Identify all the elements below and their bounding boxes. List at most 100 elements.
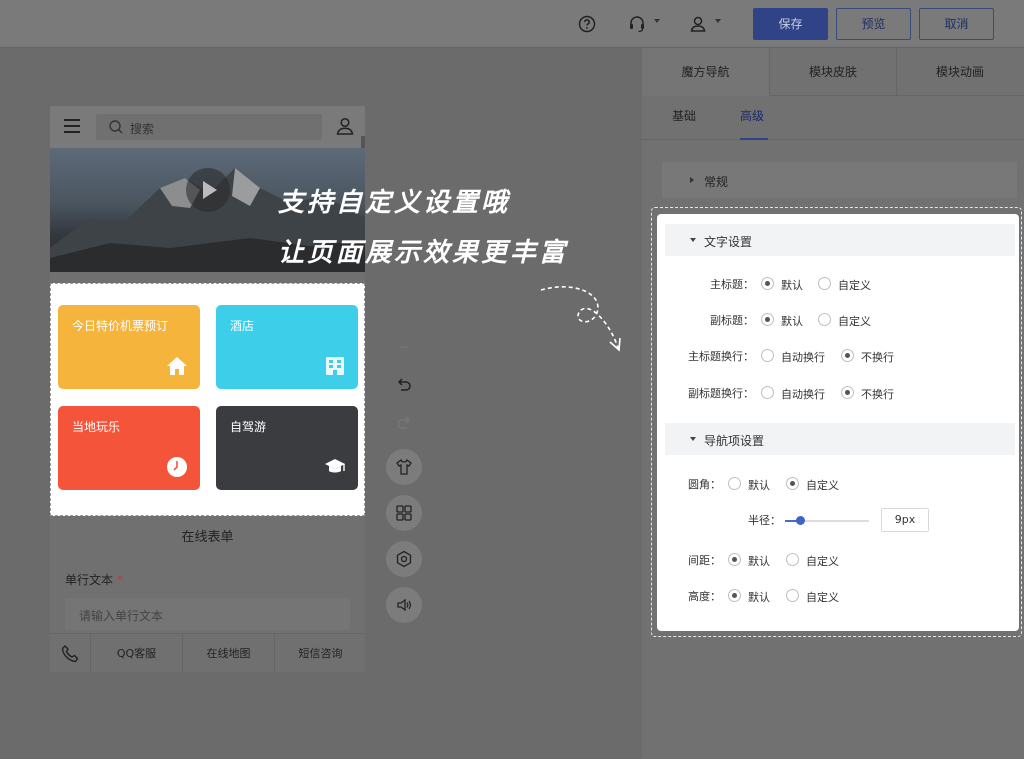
field-label: 单行文本 * [65,571,123,588]
nav-tile-road-trip[interactable]: 自驾游 [216,406,358,490]
footer-item-map[interactable]: 在线地图 [182,634,274,672]
advanced-settings-card: 文字设置 主标题： 默认 自定义 副标题： 默认 自定义 主标题换行： 自动换行… [657,214,1019,631]
tile-label: 今日特价机票预订 [72,319,169,333]
nav-settings-header[interactable]: 导航项设置 [665,423,1015,455]
play-icon[interactable] [186,168,230,212]
user-icon[interactable] [688,14,708,34]
tab-magic-nav[interactable]: 魔方导航 [642,48,769,96]
main-title-custom-radio[interactable] [818,277,831,290]
main-wrap-auto-radio[interactable] [761,349,774,362]
main-wrap-none-radio[interactable] [841,349,854,362]
sub-wrap-none-radio[interactable] [841,386,854,399]
footer-item-qq[interactable]: QQ客服 [90,634,182,672]
radio-label: 默认 [781,315,803,328]
phone-icon[interactable] [60,644,80,664]
radius-slider[interactable] [785,516,869,525]
phone-header: 搜索 [50,106,365,148]
menu-icon[interactable] [64,119,80,133]
height-default-radio[interactable] [728,589,741,602]
tile-label: 酒店 [230,319,255,333]
field-label-text: 单行文本 [65,573,114,587]
caret-right-icon [690,177,694,183]
cancel-button[interactable]: 取消 [919,8,994,40]
radio-label: 自定义 [806,591,839,604]
shirt-icon [396,458,412,475]
footer-item-sms[interactable]: 短信咨询 [274,634,365,672]
section-title: 常规 [704,175,729,189]
preview-button[interactable]: 预览 [836,8,911,40]
height-label: 高度： [688,590,721,603]
skin-tool-button[interactable] [386,449,422,485]
sound-tool-button[interactable] [386,587,422,623]
settings-tool-button[interactable] [386,541,422,577]
caret-down-icon [690,238,696,242]
radio-label: 自定义 [806,555,839,568]
main-title-wrap-label: 主标题换行： [688,350,754,363]
radio-label: 不换行 [861,388,894,401]
corner-label: 圆角： [688,478,721,491]
radio-label: 默认 [748,555,770,568]
radio-label: 自动换行 [781,351,825,364]
spacing-default-radio[interactable] [728,553,741,566]
required-mark: * [116,573,123,587]
radius-label: 半径： [748,514,781,527]
nav-tile-hotel[interactable]: 酒店 [216,305,358,389]
panel-tabs: 魔方导航 模块皮肤 模块动画 [642,48,1024,96]
chevron-down-icon[interactable] [715,19,721,23]
promo-caption-line-1: 支持自定义设置哦 [278,188,511,218]
tab-module-animation[interactable]: 模块动画 [896,48,1023,96]
search-box[interactable]: 搜索 [96,114,322,140]
minus-icon[interactable] [395,338,413,356]
radius-slider-handle[interactable] [796,516,806,525]
headset-icon[interactable] [627,14,647,34]
top-bar: 保存 预览 取消 [0,0,1024,48]
sub-wrap-auto-radio[interactable] [761,386,774,399]
form-title: 在线表单 [181,530,234,545]
panel-subtabs: 基础 高级 [642,96,1024,140]
text-settings-header[interactable]: 文字设置 [665,224,1015,256]
building-icon [326,357,344,375]
main-title-label: 主标题： [710,278,754,291]
phone-footer-bar: QQ客服 在线地图 短信咨询 [50,633,365,672]
search-placeholder: 搜索 [130,122,155,136]
general-section-header[interactable]: 常规 [662,162,1017,198]
nav-tile-flights[interactable]: 今日特价机票预订 [58,305,200,389]
sub-title-default-radio[interactable] [761,313,774,326]
radius-value-input[interactable]: 9px [881,508,929,532]
corner-default-radio[interactable] [728,477,741,490]
single-line-text-input[interactable]: 请输入单行文本 [65,598,350,630]
save-button[interactable]: 保存 [753,8,828,40]
search-icon [109,120,123,134]
height-custom-radio[interactable] [786,589,799,602]
main-title-default-radio[interactable] [761,277,774,290]
radio-label: 不换行 [861,351,894,364]
radio-label: 自定义 [806,479,839,492]
gear-icon [396,550,412,568]
chevron-down-icon[interactable] [654,19,660,23]
grid-icon [396,505,412,521]
radio-label: 默认 [748,591,770,604]
redo-icon[interactable] [395,414,413,432]
graduation-cap-icon [325,459,345,473]
spacing-custom-radio[interactable] [786,553,799,566]
caret-down-icon [690,437,696,441]
sub-title-wrap-label: 副标题换行： [688,387,754,400]
magic-nav-grid: 今日特价机票预订 酒店 当地玩乐 自驾游 [50,283,365,516]
corner-custom-radio[interactable] [786,477,799,490]
modules-tool-button[interactable] [386,495,422,531]
undo-icon[interactable] [395,376,413,394]
subtab-advanced[interactable]: 高级 [740,96,768,140]
section-title: 文字设置 [704,235,753,249]
user-icon[interactable] [335,116,355,136]
tile-label: 当地玩乐 [72,420,121,434]
section-title: 导航项设置 [704,434,765,448]
help-circle-icon[interactable] [577,14,597,34]
sub-title-custom-radio[interactable] [818,313,831,326]
radio-label: 自动换行 [781,388,825,401]
subtab-basic[interactable]: 基础 [672,96,696,140]
promo-caption-line-2: 让页面展示效果更丰富 [278,238,569,268]
dashed-arrow-icon [540,286,621,352]
nav-tile-local-fun[interactable]: 当地玩乐 [58,406,200,490]
tab-module-skin[interactable]: 模块皮肤 [769,48,896,96]
radio-label: 默认 [781,279,803,292]
